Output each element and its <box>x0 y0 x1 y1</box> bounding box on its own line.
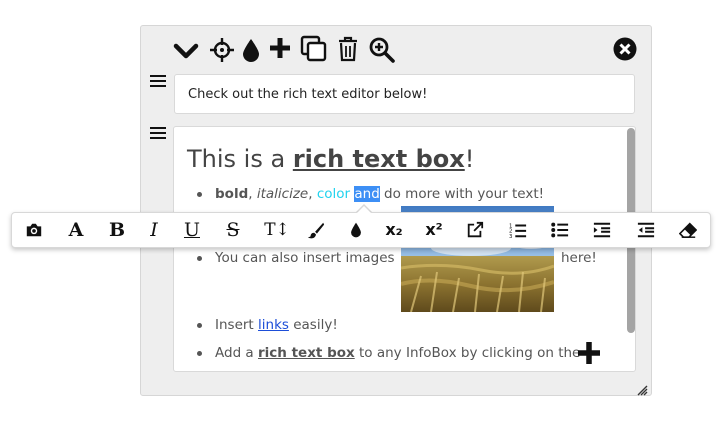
plus-icon[interactable] <box>269 37 291 59</box>
unordered-list-icon[interactable] <box>547 219 573 241</box>
editor-line-images-end: here! <box>561 250 597 266</box>
font-family-icon[interactable]: A <box>63 219 89 241</box>
underline-icon[interactable]: U <box>179 219 205 241</box>
outdent-icon[interactable] <box>633 219 659 241</box>
subscript-icon[interactable]: x₂ <box>381 219 407 241</box>
close-circle-icon[interactable] <box>613 37 637 61</box>
editor-link[interactable]: links <box>258 317 289 333</box>
editor-heading: This is a rich text box! <box>187 145 475 173</box>
strikethrough-icon[interactable]: S <box>220 219 246 241</box>
list-bullet <box>197 192 202 197</box>
drag-handle-icon[interactable] <box>150 127 166 143</box>
selected-text: and <box>354 186 380 202</box>
text-field[interactable]: Check out the rich text editor below! <box>174 74 635 114</box>
svg-text:3: 3 <box>509 234 512 239</box>
move-crosshair-icon[interactable] <box>209 37 235 63</box>
list-bullet <box>197 351 202 356</box>
resize-handle-icon[interactable] <box>637 381 648 396</box>
list-bullet <box>197 256 202 261</box>
external-link-icon[interactable] <box>462 219 488 241</box>
indent-icon[interactable] <box>589 219 615 241</box>
eraser-icon[interactable] <box>675 219 701 241</box>
editor-line-images: You can also insert images <box>215 250 395 266</box>
duplicate-icon[interactable] <box>300 35 328 63</box>
plus-icon <box>577 341 601 365</box>
editor-line-links: Insert links easily! <box>215 317 338 333</box>
italic-icon[interactable]: I <box>141 219 167 241</box>
color-drop-icon[interactable] <box>242 38 260 62</box>
superscript-icon[interactable]: x² <box>421 219 447 241</box>
ordered-list-icon[interactable]: 123 <box>505 219 531 241</box>
drag-handle-icon[interactable] <box>150 75 166 91</box>
list-bullet <box>197 323 202 328</box>
chevron-down-icon[interactable] <box>173 40 199 62</box>
trash-icon[interactable] <box>337 36 359 62</box>
toolbar-pointer <box>356 206 372 214</box>
camera-icon[interactable] <box>21 219 47 241</box>
drop-icon[interactable] <box>343 219 369 241</box>
zoom-in-icon[interactable] <box>369 37 395 63</box>
bold-icon[interactable]: B <box>104 219 130 241</box>
paint-brush-icon[interactable] <box>303 219 329 241</box>
editor-line-add-box: Add a rich text box to any InfoBox by cl… <box>215 345 581 361</box>
font-size-icon[interactable]: T↕ <box>262 219 292 241</box>
editor-line-formatting: bold, italicize, color and do more with … <box>215 186 545 202</box>
